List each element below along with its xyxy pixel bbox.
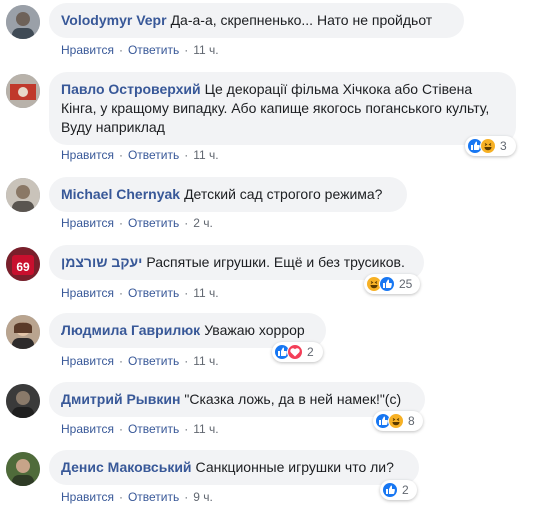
comment-text: Да-а-а, скрепненько... Нато не пройдьот [170,12,433,28]
like-icon [379,276,395,292]
haha-icon [480,138,496,154]
comment-time[interactable]: 9 ч. [193,490,213,504]
comment-text: Распятые игрушки. Ещё и без трусиков. [146,254,405,270]
comment-text: Санкционные игрушки что ли? [195,459,394,475]
comment-actions: Нравится · Ответить · 11 ч. [61,43,219,57]
reaction-count: 2 [307,345,314,359]
reaction-count: 8 [408,414,415,428]
like-icon [382,482,398,498]
comment-time[interactable]: 11 ч. [193,286,218,300]
reply-link[interactable]: Ответить [128,286,179,300]
avatar[interactable] [6,315,40,349]
comment-actions: Нравится · Ответить · 11 ч. [61,286,219,300]
reactions-summary[interactable]: 2 [380,480,417,500]
comment-author[interactable]: Дмитрий Рывкин [61,391,180,407]
like-link[interactable]: Нравится [61,354,114,368]
comment-author[interactable]: יעקב שורצמן [61,254,142,270]
avatar[interactable]: 69 [6,247,40,281]
comment-actions: Нравится · Ответить · 11 ч. [61,354,219,368]
reactions-summary[interactable]: 8 [373,411,423,431]
comment-time[interactable]: 11 ч. [193,148,218,162]
reply-link[interactable]: Ответить [128,148,179,162]
comment-time[interactable]: 11 ч. [193,354,218,368]
reply-link[interactable]: Ответить [128,43,179,57]
comment-actions: Нравится · Ответить · 2 ч. [61,216,213,230]
avatar[interactable] [6,178,40,212]
reply-link[interactable]: Ответить [128,490,179,504]
reply-link[interactable]: Ответить [128,422,179,436]
avatar[interactable] [6,5,40,39]
comment-author[interactable]: Michael Chernyak [61,186,180,202]
comment-actions: Нравится · Ответить · 9 ч. [61,490,213,504]
reply-link[interactable]: Ответить [128,354,179,368]
comment-author[interactable]: Павло Островерхий [61,81,201,97]
like-link[interactable]: Нравится [61,43,114,57]
comment-bubble: Павло Островерхий Це декорації фільма Хіч… [49,72,516,145]
like-link[interactable]: Нравится [61,490,114,504]
comment-bubble: Денис Маковський Санкционные игрушки что … [49,450,419,485]
comment-time[interactable]: 2 ч. [193,216,213,230]
comment-time[interactable]: 11 ч. [193,422,218,436]
comment-text: "Сказка ложь, да в ней намек!"(с) [184,391,402,407]
comment-text: Детский сад строгого режима? [184,186,383,202]
reactions-summary[interactable]: 2 [272,342,323,362]
comment-bubble: Michael Chernyak Детский сад строгого реж… [49,177,407,212]
comment-author[interactable]: Volodymyr Vepr [61,12,167,28]
comment-bubble: Дмитрий Рывкин "Сказка ложь, да в ней нам… [49,382,425,417]
love-icon [287,344,303,360]
reaction-count: 3 [500,139,507,153]
avatar[interactable] [6,452,40,486]
avatar[interactable] [6,384,40,418]
comment-actions: Нравится · Ответить · 11 ч. [61,148,219,162]
comment-author[interactable]: Людмила Гаврилюк [61,322,200,338]
avatar[interactable] [6,74,40,108]
reactions-summary[interactable]: 25 [364,274,420,294]
comment-actions: Нравится · Ответить · 11 ч. [61,422,219,436]
like-link[interactable]: Нравится [61,422,114,436]
like-link[interactable]: Нравится [61,286,114,300]
like-link[interactable]: Нравится [61,148,114,162]
svg-text:69: 69 [16,260,30,274]
reaction-count: 2 [402,483,409,497]
like-link[interactable]: Нравится [61,216,114,230]
reaction-count: 25 [399,277,413,291]
comment-author[interactable]: Денис Маковський [61,459,192,475]
reply-link[interactable]: Ответить [128,216,179,230]
comment-text: Уважаю хоррор [204,322,305,338]
reactions-summary[interactable]: 3 [465,136,516,156]
haha-icon [388,413,404,429]
comment-bubble: Volodymyr Vepr Да-а-а, скрепненько... Нат… [49,3,464,38]
comment-time[interactable]: 11 ч. [193,43,218,57]
